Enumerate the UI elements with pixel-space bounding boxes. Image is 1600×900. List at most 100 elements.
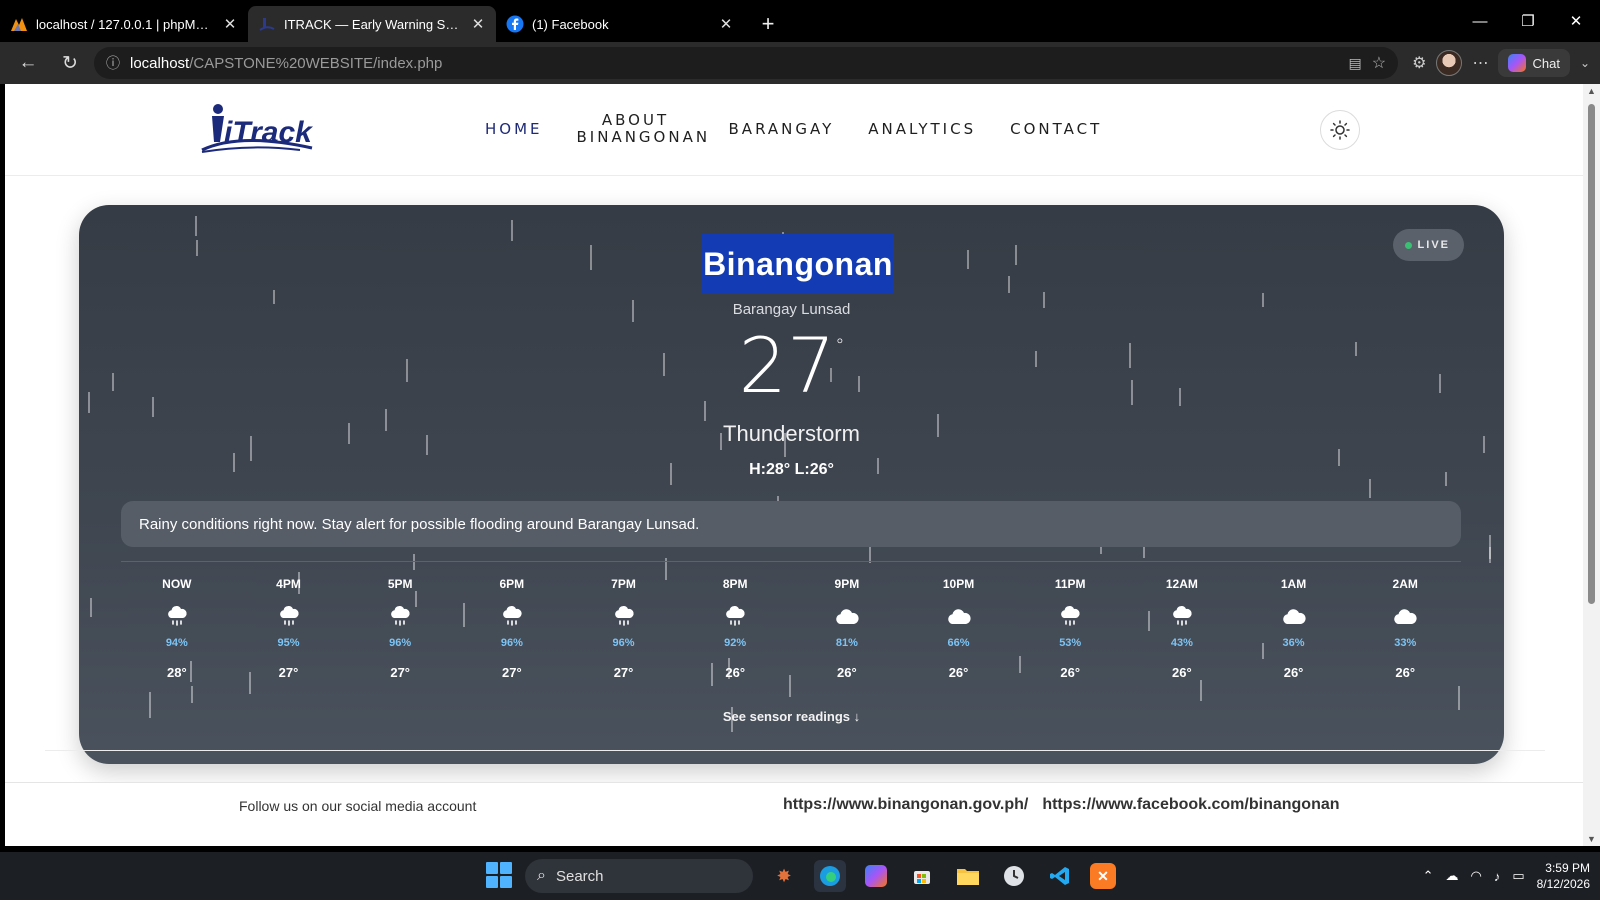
weather-card: LIVE Binangonan Barangay Lunsad 27° Thun… — [79, 205, 1504, 764]
tab-title: localhost / 127.0.0.1 | phpMyAdmin — [36, 16, 214, 32]
precipitation-chance: 92% — [724, 637, 747, 649]
rain-cloud-icon — [277, 601, 301, 631]
hour-temperature: 27° — [278, 665, 299, 680]
volume-icon[interactable]: ♪ — [1494, 869, 1501, 884]
page-scrollbar[interactable]: ▲ ▼ — [1583, 84, 1600, 846]
copilot-icon[interactable] — [860, 860, 892, 892]
rain-cloud-icon — [612, 601, 636, 631]
site-header: iTrack HOME ABOUT BINANGONAN BARANGAY AN… — [5, 84, 1583, 176]
back-arrow-icon[interactable]: ← — [10, 47, 46, 79]
hourly-forecast-item: NOW 94% 28° — [121, 577, 233, 680]
tab-phpmyadmin[interactable]: localhost / 127.0.0.1 | phpMyAdmin ✕ — [0, 6, 248, 42]
profile-avatar[interactable] — [1436, 50, 1463, 76]
more-options-icon[interactable]: ⋯ — [1472, 53, 1488, 73]
taskbar-clock[interactable]: 3:59 PM 8/12/2026 — [1537, 860, 1590, 892]
scroll-up-icon[interactable]: ▲ — [1587, 86, 1596, 96]
cloud-icon — [1281, 601, 1307, 631]
hour-label: 7PM — [611, 577, 636, 591]
web-page: iTrack HOME ABOUT BINANGONAN BARANGAY AN… — [5, 84, 1583, 846]
copilot-icon — [1508, 54, 1527, 72]
favorite-star-icon[interactable]: ☆ — [1372, 53, 1386, 73]
nav-analytics[interactable]: ANALYTICS — [868, 120, 976, 138]
itrack-icon — [258, 15, 276, 33]
close-tab-icon[interactable]: ✕ — [470, 15, 486, 33]
hour-temperature: 27° — [502, 665, 522, 680]
close-tab-icon[interactable]: ✕ — [222, 15, 238, 33]
hourly-forecast-item: 10PM 66% 26° — [903, 577, 1015, 680]
hour-temperature: 26° — [837, 665, 857, 680]
wifi-icon[interactable]: ◠ — [1470, 868, 1481, 884]
precipitation-chance: 96% — [500, 637, 523, 649]
degree-symbol: ° — [835, 335, 845, 356]
hour-label: 9PM — [834, 577, 860, 591]
microsoft-store-icon[interactable] — [906, 860, 938, 892]
temperature-value: 27 — [738, 321, 836, 410]
vscode-icon[interactable] — [1044, 860, 1076, 892]
new-tab-button[interactable]: + — [750, 6, 786, 42]
rain-cloud-icon — [1170, 601, 1194, 631]
follow-us-text: Follow us on our social media account — [239, 798, 477, 814]
taskbar-search[interactable]: ⌕ Search — [525, 859, 753, 893]
rain-cloud-icon — [723, 601, 747, 631]
reader-mode-icon[interactable]: ▤ — [1349, 55, 1362, 72]
copilot-chat-button[interactable]: Chat — [1498, 49, 1570, 77]
battery-icon[interactable]: ▭ — [1512, 868, 1524, 884]
restore-icon[interactable]: ❐ — [1504, 0, 1552, 42]
info-icon[interactable]: ⓘ — [106, 53, 120, 73]
hour-label: 1AM — [1280, 577, 1307, 591]
close-window-icon[interactable]: ✕ — [1552, 0, 1600, 42]
precipitation-chance: 96% — [612, 637, 635, 649]
scrollbar-thumb[interactable] — [1588, 104, 1595, 604]
claude-icon[interactable]: ✸ — [768, 860, 800, 892]
nav-about-binangonan[interactable]: ABOUT BINANGONAN — [577, 112, 708, 146]
precipitation-chance: 95% — [277, 637, 300, 649]
hour-label: 5PM — [387, 577, 413, 591]
itrack-logo[interactable]: iTrack — [200, 102, 320, 157]
cloud-icon — [1392, 601, 1418, 631]
link-facebook-binangonan[interactable]: https://www.facebook.com/binangonan — [1042, 796, 1339, 814]
hour-temperature: 27° — [613, 665, 634, 680]
hour-temperature: 27° — [390, 665, 411, 680]
live-badge: LIVE — [1392, 229, 1464, 261]
hour-label: 8PM — [722, 577, 748, 591]
hourly-forecast-item: 5PM 96% 27° — [344, 577, 456, 680]
refresh-icon[interactable]: ↻ — [52, 47, 88, 79]
hour-temperature: 26° — [725, 665, 746, 680]
rain-cloud-icon — [388, 601, 412, 631]
hour-temperature: 26° — [1060, 665, 1081, 680]
live-dot-icon — [1404, 241, 1412, 249]
hourly-forecast-item: 8PM 92% 26° — [679, 577, 791, 680]
minimize-icon[interactable]: — — [1456, 0, 1504, 42]
url-bar[interactable]: ⓘ localhost/CAPSTONE%20WEBSITE/index.php… — [94, 47, 1399, 79]
close-tab-icon[interactable]: ✕ — [718, 15, 734, 33]
clock-app-icon[interactable] — [998, 860, 1030, 892]
tab-itrack[interactable]: ITRACK — Early Warning System ✕ — [248, 6, 496, 42]
sun-icon — [1330, 120, 1350, 140]
browser-tab-bar: localhost / 127.0.0.1 | phpMyAdmin ✕ ITR… — [0, 0, 1600, 42]
chevron-down-icon[interactable]: ⌄ — [1580, 56, 1590, 70]
tab-facebook[interactable]: (1) Facebook ✕ — [496, 6, 744, 42]
rain-cloud-icon — [1058, 601, 1082, 631]
precipitation-chance: 43% — [1170, 637, 1193, 649]
chevron-up-icon[interactable]: ⌃ — [1423, 868, 1434, 884]
edge-browser-icon[interactable] — [814, 860, 846, 892]
nav-home[interactable]: HOME — [485, 120, 543, 138]
hour-label: 4PM — [276, 577, 301, 591]
xampp-icon[interactable]: ✕ — [1090, 863, 1116, 889]
windows-start-icon[interactable] — [486, 862, 512, 888]
theme-toggle-button[interactable] — [1320, 110, 1360, 150]
search-label: Search — [555, 867, 604, 885]
link-binangonan-gov[interactable]: https://www.binangonan.gov.ph/ — [783, 796, 1028, 814]
current-temperature: 27° — [79, 321, 1504, 410]
hour-label: 2AM — [1392, 577, 1418, 591]
extensions-icon[interactable]: ⚙ — [1412, 53, 1426, 73]
precipitation-chance: 33% — [1394, 637, 1417, 649]
onedrive-icon[interactable]: ☁ — [1445, 868, 1458, 884]
footer-links: https://www.binangonan.gov.ph/ https://w… — [783, 796, 1340, 814]
windows-taskbar: ⌕ Search ✸ ✕ ⌃ ☁ ◠ ♪ ▭ 3:59 PM 8/12/2026 — [0, 852, 1600, 900]
see-sensor-readings-link[interactable]: See sensor readings ↓ — [79, 709, 1504, 724]
nav-contact[interactable]: CONTACT — [1010, 120, 1102, 138]
nav-barangay[interactable]: BARANGAY — [729, 120, 835, 138]
file-explorer-icon[interactable] — [952, 860, 984, 892]
scroll-down-icon[interactable]: ▼ — [1587, 834, 1596, 844]
